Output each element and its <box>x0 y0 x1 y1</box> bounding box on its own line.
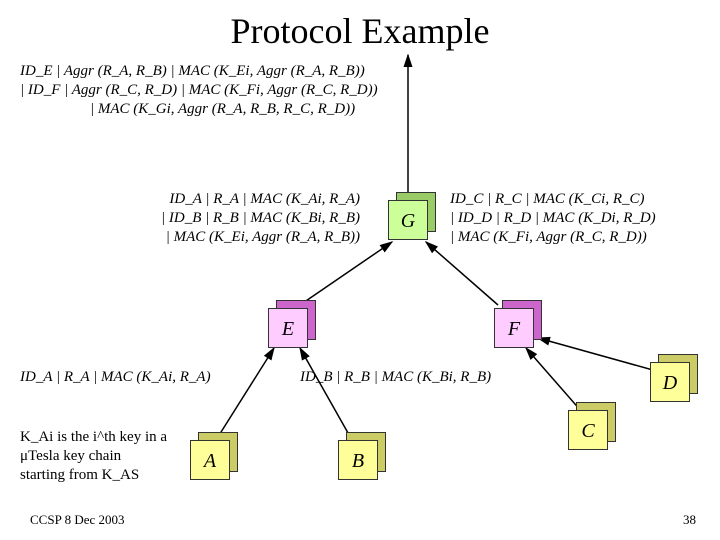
node-d-label: D <box>650 362 690 402</box>
node-b: B <box>338 440 378 480</box>
note-line3: starting from K_AS <box>20 466 180 485</box>
msg-f-line1: ID_C | R_C | MAC (K_Ci, R_C) <box>450 190 656 209</box>
node-e-label: E <box>268 308 308 348</box>
msg-e-line3: | MAC (K_Ei, Aggr (R_A, R_B)) <box>70 228 360 247</box>
footer-left: CCSP 8 Dec 2003 <box>30 512 125 528</box>
msg-e-in: ID_A | R_A | MAC (K_Ai, R_A) | ID_B | R_… <box>70 190 360 246</box>
node-c: C <box>568 410 608 450</box>
node-b-label: B <box>338 440 378 480</box>
msg-b-to-e: ID_B | R_B | MAC (K_Bi, R_B) <box>300 368 491 387</box>
footer-right: 38 <box>683 512 696 528</box>
msg-e-line2: | ID_B | R_B | MAC (K_Bi, R_B) <box>70 209 360 228</box>
msg-f-line3: | MAC (K_Fi, Aggr (R_C, R_D)) <box>450 228 656 247</box>
node-d: D <box>650 362 690 402</box>
node-g: G <box>388 200 428 240</box>
node-f: F <box>494 308 534 348</box>
msg-top-line2: | ID_F | Aggr (R_C, R_D) | MAC (K_Fi, Ag… <box>20 81 378 100</box>
msg-a-to-e: ID_A | R_A | MAC (K_Ai, R_A) <box>20 368 211 387</box>
key-chain-note: K_Ai is the i^th key in a μTesla key cha… <box>20 428 180 484</box>
msg-top-line3: | MAC (K_Gi, Aggr (R_A, R_B, R_C, R_D)) <box>20 100 378 119</box>
msg-e-line1: ID_A | R_A | MAC (K_Ai, R_A) <box>70 190 360 209</box>
node-f-label: F <box>494 308 534 348</box>
node-g-label: G <box>388 200 428 240</box>
msg-f-in: ID_C | R_C | MAC (K_Ci, R_C) | ID_D | R_… <box>450 190 656 246</box>
node-a-label: A <box>190 440 230 480</box>
msg-top: ID_E | Aggr (R_A, R_B) | MAC (K_Ei, Aggr… <box>20 62 378 118</box>
node-e: E <box>268 308 308 348</box>
msg-f-line2: | ID_D | R_D | MAC (K_Di, R_D) <box>450 209 656 228</box>
node-c-label: C <box>568 410 608 450</box>
note-line1: K_Ai is the i^th key in a <box>20 428 180 447</box>
page-title: Protocol Example <box>0 10 720 52</box>
msg-top-line1: ID_E | Aggr (R_A, R_B) | MAC (K_Ei, Aggr… <box>20 62 378 81</box>
node-a: A <box>190 440 230 480</box>
note-line2: μTesla key chain <box>20 447 180 466</box>
